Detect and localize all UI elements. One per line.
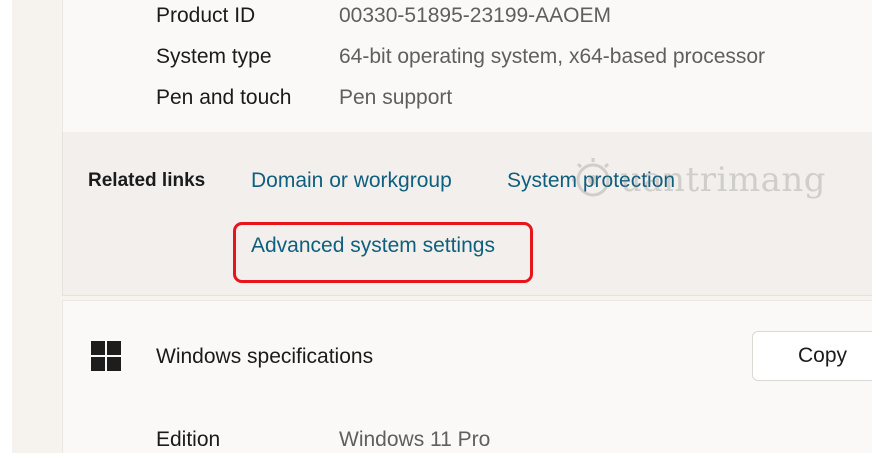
related-links-label: Related links <box>88 170 206 191</box>
spec-row-pen-touch: Pen and touch Pen support <box>156 86 452 110</box>
spec-label: System type <box>156 45 272 68</box>
windows-logo-icon <box>91 341 121 371</box>
spec-value: 00330-51895-23199-AAOEM <box>339 4 612 27</box>
spec-label: Edition <box>156 428 221 451</box>
spec-value: 64-bit operating system, x64-based proce… <box>339 45 766 68</box>
spec-label: Product ID <box>156 4 256 27</box>
related-links-card: Related links Domain or workgroup System… <box>62 132 872 296</box>
domain-workgroup-link[interactable]: Domain or workgroup <box>251 169 452 193</box>
windows-specifications-card[interactable]: Windows specifications Copy <box>62 300 872 409</box>
system-protection-link[interactable]: System protection <box>507 169 675 193</box>
settings-window: Product ID 00330-51895-23199-AAOEM Syste… <box>12 0 872 453</box>
spec-label: Pen and touch <box>156 86 292 109</box>
device-specifications-card: Product ID 00330-51895-23199-AAOEM Syste… <box>62 0 872 133</box>
spec-value: Pen support <box>339 86 453 109</box>
spec-row-system-type: System type 64-bit operating system, x64… <box>156 45 765 69</box>
copy-button[interactable]: Copy <box>752 331 872 381</box>
edition-card: Edition Windows 11 Pro <box>62 408 872 453</box>
windows-specifications-title: Windows specifications <box>156 345 374 368</box>
spec-row-edition: Edition Windows 11 Pro <box>156 428 490 452</box>
spec-row-product-id: Product ID 00330-51895-23199-AAOEM <box>156 4 611 28</box>
advanced-system-settings-link[interactable]: Advanced system settings <box>251 234 495 258</box>
spec-value: Windows 11 Pro <box>339 428 491 451</box>
